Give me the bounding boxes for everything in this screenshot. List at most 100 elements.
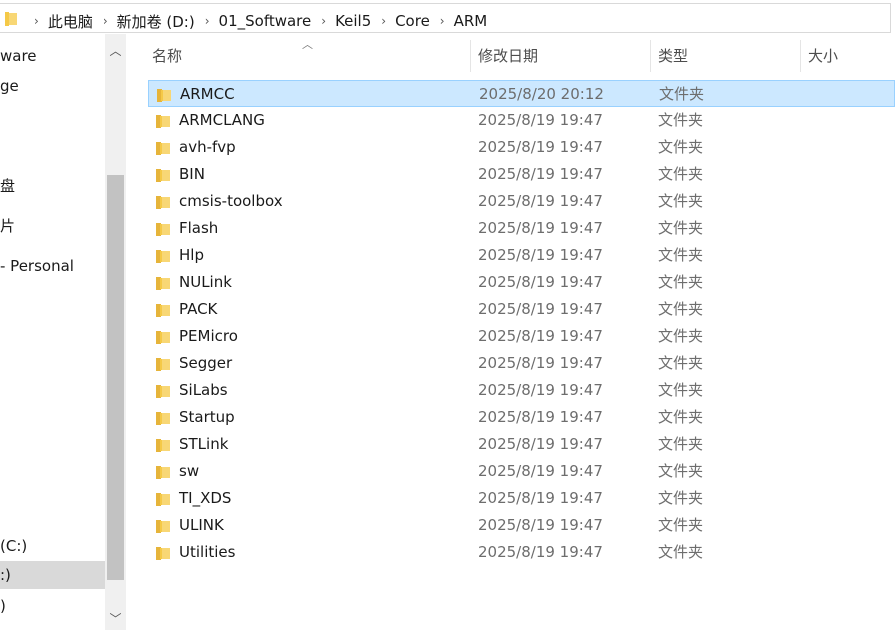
- file-name: PACK: [179, 300, 218, 318]
- file-row[interactable]: cmsis-toolbox 2025/8/19 19:47 文件夹: [148, 188, 895, 215]
- nav-item-drive-d[interactable]: :): [0, 561, 105, 589]
- file-name: STLink: [179, 435, 229, 453]
- chevron-right-icon[interactable]: ›: [321, 14, 326, 28]
- file-modified-date: 2025/8/19 19:47: [478, 165, 603, 183]
- folder-icon: [155, 518, 171, 538]
- file-modified-date: 2025/8/19 19:47: [478, 246, 603, 264]
- folder-icon: [155, 302, 171, 322]
- scroll-up-icon[interactable]: ︿: [105, 40, 126, 62]
- file-type: 文件夹: [658, 354, 704, 372]
- file-name: TI_XDS: [179, 489, 232, 507]
- file-row[interactable]: ARMCC 2025/8/20 20:12 文件夹: [148, 80, 895, 107]
- sort-ascending-icon: ︿: [302, 38, 313, 51]
- nav-item-storage[interactable]: ge: [0, 72, 105, 100]
- folder-icon: [4, 11, 18, 31]
- nav-item-pictures[interactable]: 片: [0, 212, 105, 240]
- column-header-size[interactable]: 大小: [808, 34, 838, 76]
- column-divider[interactable]: [470, 40, 471, 72]
- file-name: ARMCC: [180, 85, 235, 103]
- file-type: 文件夹: [658, 543, 704, 561]
- file-modified-date: 2025/8/19 19:47: [478, 138, 603, 156]
- column-divider[interactable]: [650, 40, 651, 72]
- breadcrumb-item-keil5[interactable]: Keil5: [335, 12, 371, 30]
- file-name: PEMicro: [179, 327, 238, 345]
- column-header-type[interactable]: 类型: [658, 34, 688, 76]
- breadcrumb-item-drive-d[interactable]: 新加卷 (D:): [117, 11, 195, 32]
- file-name: BIN: [179, 165, 205, 183]
- nav-item-disk[interactable]: 盘: [0, 172, 105, 200]
- folder-icon: [155, 410, 171, 430]
- chevron-right-icon[interactable]: ›: [440, 14, 445, 28]
- file-modified-date: 2025/8/20 20:12: [479, 85, 604, 103]
- chevron-right-icon[interactable]: ›: [205, 14, 210, 28]
- breadcrumb-item-software[interactable]: 01_Software: [219, 12, 312, 30]
- file-row[interactable]: sw 2025/8/19 19:47 文件夹: [148, 458, 895, 485]
- file-row[interactable]: STLink 2025/8/19 19:47 文件夹: [148, 431, 895, 458]
- breadcrumb-item-core[interactable]: Core: [395, 12, 430, 30]
- file-name: avh-fvp: [179, 138, 236, 156]
- file-type: 文件夹: [658, 435, 704, 453]
- file-name: SiLabs: [179, 381, 228, 399]
- file-row[interactable]: Flash 2025/8/19 19:47 文件夹: [148, 215, 895, 242]
- folder-icon: [155, 545, 171, 565]
- file-modified-date: 2025/8/19 19:47: [478, 435, 603, 453]
- file-type: 文件夹: [658, 111, 704, 129]
- file-modified-date: 2025/8/19 19:47: [478, 543, 603, 561]
- column-header-date[interactable]: 修改日期: [478, 34, 538, 76]
- file-type: 文件夹: [659, 85, 705, 103]
- address-box[interactable]: › 此电脑 › 新加卷 (D:) › 01_Software › Keil5 ›…: [0, 3, 891, 33]
- file-modified-date: 2025/8/19 19:47: [478, 516, 603, 534]
- file-row[interactable]: avh-fvp 2025/8/19 19:47 文件夹: [148, 134, 895, 161]
- column-header-name[interactable]: 名称: [152, 34, 182, 76]
- file-row[interactable]: PACK 2025/8/19 19:47 文件夹: [148, 296, 895, 323]
- chevron-right-icon[interactable]: ›: [34, 14, 39, 28]
- folder-icon: [155, 383, 171, 403]
- file-modified-date: 2025/8/19 19:47: [478, 300, 603, 318]
- file-modified-date: 2025/8/19 19:47: [478, 381, 603, 399]
- file-row[interactable]: TI_XDS 2025/8/19 19:47 文件夹: [148, 485, 895, 512]
- column-divider[interactable]: [800, 40, 801, 72]
- chevron-right-icon[interactable]: ›: [381, 14, 386, 28]
- file-type: 文件夹: [658, 273, 704, 291]
- folder-icon: [155, 167, 171, 187]
- scroll-down-icon[interactable]: ﹀: [105, 608, 126, 630]
- file-row[interactable]: PEMicro 2025/8/19 19:47 文件夹: [148, 323, 895, 350]
- folder-icon: [155, 437, 171, 457]
- file-row[interactable]: NULink 2025/8/19 19:47 文件夹: [148, 269, 895, 296]
- folder-icon: [155, 113, 171, 133]
- breadcrumb-item-arm[interactable]: ARM: [454, 12, 488, 30]
- file-modified-date: 2025/8/19 19:47: [478, 273, 603, 291]
- file-name: sw: [179, 462, 200, 480]
- scrollbar-thumb[interactable]: [107, 175, 124, 580]
- file-modified-date: 2025/8/19 19:47: [478, 489, 603, 507]
- nav-scrollbar[interactable]: ︿ ﹀: [105, 34, 126, 630]
- chevron-right-icon[interactable]: ›: [103, 14, 108, 28]
- folder-icon: [155, 464, 171, 484]
- file-type: 文件夹: [658, 327, 704, 345]
- file-modified-date: 2025/8/19 19:47: [478, 327, 603, 345]
- folder-icon: [155, 329, 171, 349]
- file-row[interactable]: Segger 2025/8/19 19:47 文件夹: [148, 350, 895, 377]
- nav-item-drive-other[interactable]: ): [0, 592, 105, 620]
- file-modified-date: 2025/8/19 19:47: [478, 408, 603, 426]
- folder-icon: [156, 87, 172, 107]
- folder-icon: [155, 248, 171, 268]
- file-type: 文件夹: [658, 408, 704, 426]
- file-row[interactable]: BIN 2025/8/19 19:47 文件夹: [148, 161, 895, 188]
- file-row[interactable]: Startup 2025/8/19 19:47 文件夹: [148, 404, 895, 431]
- nav-item-drive-c[interactable]: (C:): [0, 532, 105, 560]
- file-row[interactable]: Hlp 2025/8/19 19:47 文件夹: [148, 242, 895, 269]
- file-row[interactable]: Utilities 2025/8/19 19:47 文件夹: [148, 539, 895, 566]
- file-modified-date: 2025/8/19 19:47: [478, 111, 603, 129]
- breadcrumb-item-this-pc[interactable]: 此电脑: [48, 11, 93, 32]
- address-bar[interactable]: › 此电脑 › 新加卷 (D:) › 01_Software › Keil5 ›…: [0, 0, 896, 35]
- file-row[interactable]: ULINK 2025/8/19 19:47 文件夹: [148, 512, 895, 539]
- folder-icon: [155, 194, 171, 214]
- nav-item-onedrive-personal[interactable]: - Personal: [0, 252, 105, 280]
- file-modified-date: 2025/8/19 19:47: [478, 354, 603, 372]
- nav-item-software[interactable]: ware: [0, 42, 105, 70]
- folder-icon: [155, 491, 171, 511]
- file-row[interactable]: SiLabs 2025/8/19 19:47 文件夹: [148, 377, 895, 404]
- navigation-pane: ware ge 盘 片 - Personal (C:) :) ) ︿ ﹀: [0, 34, 128, 635]
- file-row[interactable]: ARMCLANG 2025/8/19 19:47 文件夹: [148, 107, 895, 134]
